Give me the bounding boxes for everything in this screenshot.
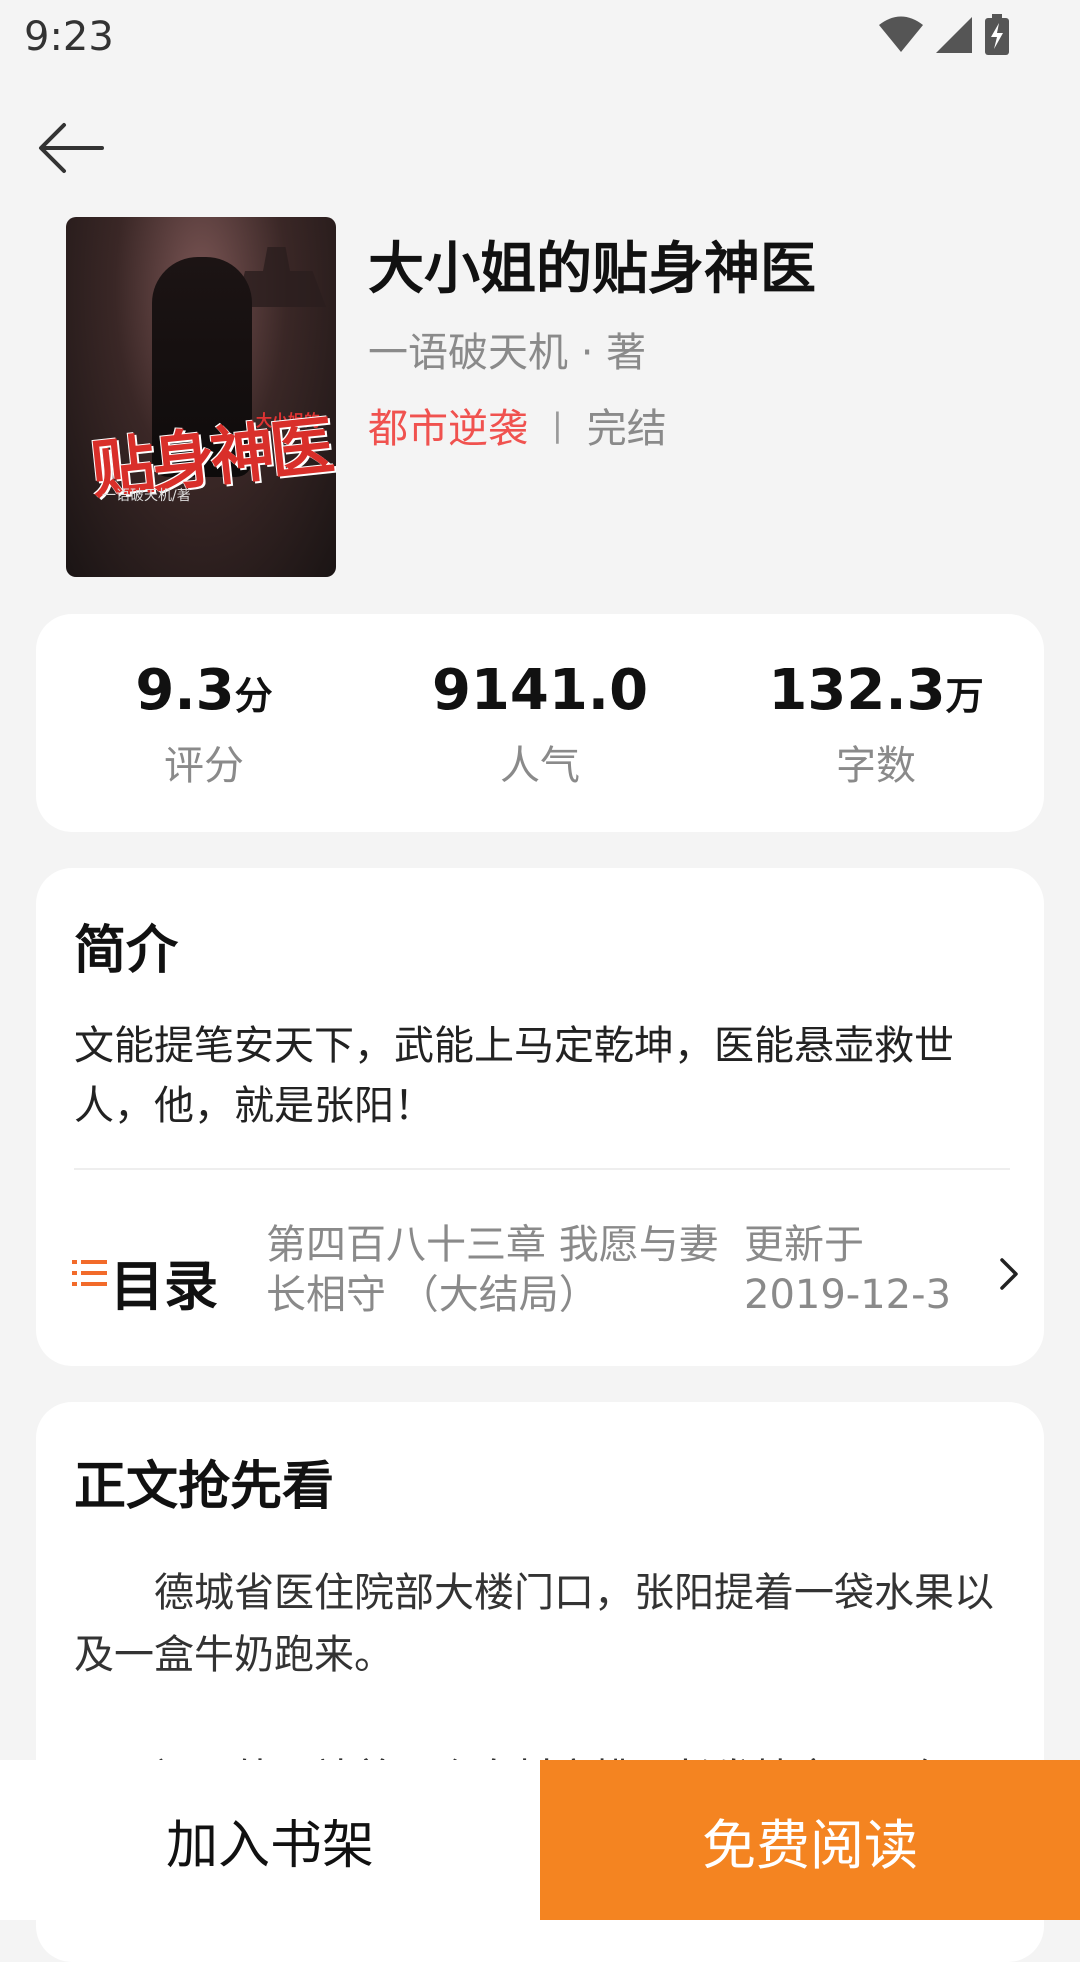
updated-label: 更新于 <box>744 1222 864 1268</box>
status-icons <box>878 14 1010 56</box>
add-to-shelf-button[interactable]: 加入书架 <box>0 1760 540 1920</box>
stats-card: 9.3分 评分 9141.0 人气 132.3万 字数 <box>36 614 1044 832</box>
latest-chapter: 第四百八十三章 我愿与妻长相守 （大结局） <box>266 1222 719 1318</box>
book-title: 大小姐的贴身神医 <box>368 237 816 302</box>
back-arrow-icon <box>34 110 110 186</box>
intro-card: 简介 文能提笔安天下，武能上马定乾坤，医能悬壶救世人，他，就是张阳！ 目录 第四… <box>36 868 1044 1366</box>
book-category[interactable]: 都市逆袭 <box>368 396 528 454</box>
preview-title: 正文抢先看 <box>74 1457 335 1517</box>
stat-rating: 9.3分 评分 <box>36 658 372 791</box>
read-free-button[interactable]: 免费阅读 <box>540 1760 1080 1920</box>
stat-rating-value: 9.3 <box>135 658 235 723</box>
toc-updated: 更新于 2019-12-3 <box>744 1220 964 1320</box>
tag-separator: | <box>552 406 563 444</box>
toc-label: 目录 <box>110 1255 218 1318</box>
stat-words-value: 132.3 <box>768 658 946 723</box>
toc-row[interactable]: 目录 第四百八十三章 我愿与妻长相守 （大结局） 更新于 2019-12-3 <box>72 1208 1032 1348</box>
updated-date: 2019-12-3 <box>744 1272 952 1318</box>
cover-author: 一语破天机/著 <box>102 488 191 504</box>
list-icon <box>72 1258 108 1288</box>
cellular-signal-icon <box>934 15 974 55</box>
book-cover: 大小姐的 贴身神医 一语破天机/著 <box>66 217 336 577</box>
stat-rating-label: 评分 <box>164 743 244 789</box>
stat-popularity-value-row: 9141.0 <box>372 658 708 723</box>
intro-title: 简介 <box>74 921 179 981</box>
stat-words: 132.3万 字数 <box>708 658 1044 791</box>
battery-charging-icon <box>984 14 1010 56</box>
preview-paragraph: 德城省医住院部大楼门口，张阳提着一袋水果以及一盒牛奶跑来。 <box>74 1570 994 1678</box>
wifi-icon <box>878 16 924 54</box>
status-bar: 9:23 <box>0 0 1080 72</box>
chevron-right-icon <box>998 1256 1020 1292</box>
divider <box>74 1168 1010 1170</box>
stat-words-label: 字数 <box>836 743 916 789</box>
back-button[interactable] <box>34 110 110 186</box>
book-status: 完结 <box>586 406 667 452</box>
intro-text[interactable]: 文能提笔安天下，武能上马定乾坤，医能悬壶救世人，他，就是张阳！ <box>74 1016 1010 1136</box>
stat-popularity: 9141.0 人气 <box>372 658 708 791</box>
stat-popularity-value: 9141.0 <box>431 658 649 723</box>
stat-words-value-row: 132.3万 <box>708 658 1044 723</box>
stat-popularity-label: 人气 <box>500 743 580 789</box>
book-tags: 都市逆袭 | 完结 <box>368 396 667 454</box>
stat-words-unit: 万 <box>945 674 984 718</box>
stat-rating-value-row: 9.3分 <box>36 658 372 723</box>
stat-rating-unit: 分 <box>234 674 273 718</box>
bottom-action-bar: 加入书架 免费阅读 <box>0 1760 1080 1920</box>
book-author: 一语破天机 · 著 <box>368 330 647 376</box>
status-time: 9:23 <box>24 14 114 60</box>
